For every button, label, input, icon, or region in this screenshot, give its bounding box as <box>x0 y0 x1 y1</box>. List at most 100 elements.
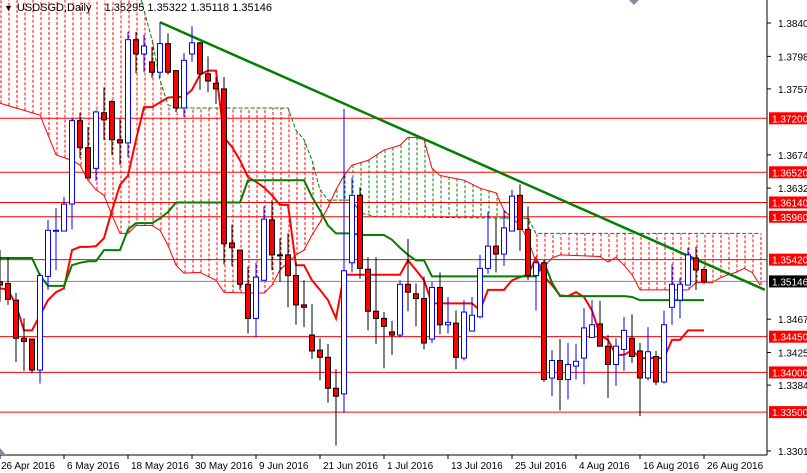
level-badge-label: 1.34450 <box>772 333 807 344</box>
bear-candle[interactable] <box>325 343 331 403</box>
bear-candle[interactable] <box>333 369 339 446</box>
candle-body <box>157 43 163 73</box>
candle-body <box>69 120 75 205</box>
bear-candle[interactable] <box>317 338 323 381</box>
bear-candle[interactable] <box>357 187 363 279</box>
candle-body <box>557 359 563 381</box>
bull-candle[interactable] <box>533 261 539 311</box>
bull-candle[interactable] <box>661 310 667 384</box>
bull-candle[interactable] <box>549 350 555 397</box>
bull-candle[interactable] <box>125 31 131 158</box>
candle-body <box>285 254 291 277</box>
bear-candle[interactable] <box>293 262 299 325</box>
bear-candle[interactable] <box>597 300 603 347</box>
bull-candle[interactable] <box>93 110 99 182</box>
bear-candle[interactable] <box>389 320 395 355</box>
bear-candle[interactable] <box>309 304 315 359</box>
bear-candle[interactable] <box>85 127 91 179</box>
bear-candle[interactable] <box>693 246 699 290</box>
open-value: 1.35295 <box>104 2 145 14</box>
bear-candle[interactable] <box>413 283 419 327</box>
candle-body <box>197 42 203 75</box>
bear-candle[interactable] <box>381 312 387 369</box>
candle-body <box>581 327 587 359</box>
candle-body <box>205 73 211 82</box>
bear-candle[interactable] <box>173 69 179 112</box>
bear-candle[interactable] <box>301 280 307 328</box>
bull-candle[interactable] <box>613 338 619 386</box>
candle-body <box>309 334 315 352</box>
bull-candle[interactable] <box>509 189 515 232</box>
candle-body <box>485 245 491 269</box>
bull-candle[interactable] <box>485 211 491 274</box>
bear-candle[interactable] <box>245 266 251 334</box>
bear-candle[interactable] <box>373 257 379 344</box>
bull-candle[interactable] <box>189 26 195 62</box>
chart-window[interactable]: 1.38400 1.37980 1.37570 1.36740 1.36320 1.346… <box>0 0 807 473</box>
bull-candle[interactable] <box>181 53 187 117</box>
candle-body <box>53 229 59 232</box>
bull-candle[interactable] <box>261 206 267 281</box>
bear-candle[interactable] <box>197 42 203 90</box>
bull-candle[interactable] <box>501 210 507 266</box>
level-badge-label: 1.33500 <box>772 408 807 419</box>
bear-candle[interactable] <box>365 257 371 331</box>
candle-body <box>669 283 675 308</box>
bull-candle[interactable] <box>37 273 43 384</box>
bull-candle[interactable] <box>349 177 355 273</box>
bear-candle[interactable] <box>221 76 227 265</box>
bear-candle[interactable] <box>237 249 243 290</box>
bull-candle[interactable] <box>429 281 435 344</box>
symbol-label: USDSGD,Daily <box>16 2 92 14</box>
bull-candle[interactable] <box>469 296 475 332</box>
bear-candle[interactable] <box>637 343 643 417</box>
bull-candle[interactable] <box>565 343 571 400</box>
bear-candle[interactable] <box>701 267 707 284</box>
bear-candle[interactable] <box>149 46 155 78</box>
bull-candle[interactable] <box>341 108 347 413</box>
candle-body <box>429 286 435 340</box>
bear-candle[interactable] <box>101 87 107 140</box>
bull-candle[interactable] <box>397 280 403 338</box>
bear-candle[interactable] <box>77 112 83 158</box>
bull-candle[interactable] <box>461 300 467 361</box>
candle-body <box>437 286 443 326</box>
candle-body <box>349 194 355 264</box>
bull-candle[interactable] <box>477 254 483 319</box>
bear-candle[interactable] <box>13 292 19 363</box>
bear-candle[interactable] <box>205 56 211 93</box>
bear-candle[interactable] <box>109 100 115 155</box>
bear-candle[interactable] <box>285 233 291 308</box>
bull-candle[interactable] <box>621 316 627 371</box>
bull-candle[interactable] <box>677 277 683 319</box>
bear-candle[interactable] <box>629 314 635 363</box>
candle-body <box>589 324 595 338</box>
bull-candle[interactable] <box>53 208 59 270</box>
bull-candle[interactable] <box>253 262 259 338</box>
bull-candle[interactable] <box>685 247 691 286</box>
bull-candle[interactable] <box>669 264 675 325</box>
bull-candle[interactable] <box>45 219 51 290</box>
candle-body <box>13 299 19 339</box>
bear-candle[interactable] <box>133 31 139 74</box>
bear-candle[interactable] <box>653 350 659 386</box>
price-chart[interactable]: 1.38400 1.37980 1.37570 1.36740 1.36320 1.346… <box>0 0 807 473</box>
bull-candle[interactable] <box>141 34 147 73</box>
bear-candle[interactable] <box>493 218 499 273</box>
bear-candle[interactable] <box>525 206 531 281</box>
bear-candle[interactable] <box>541 260 547 382</box>
bear-candle[interactable] <box>165 33 171 75</box>
bear-candle[interactable] <box>29 338 35 374</box>
bear-candle[interactable] <box>557 339 563 411</box>
triangle-down-icon[interactable]: ▼ <box>4 3 13 13</box>
bear-candle[interactable] <box>517 184 523 251</box>
candle-body <box>397 283 403 336</box>
bear-candle[interactable] <box>453 310 459 370</box>
bear-candle[interactable] <box>117 118 123 166</box>
level-badge-label: 1.37200 <box>772 114 807 125</box>
bull-candle[interactable] <box>573 343 579 380</box>
bear-candle[interactable] <box>405 238 411 312</box>
bull-candle[interactable] <box>69 118 75 230</box>
bull-candle[interactable] <box>645 327 651 381</box>
bull-candle[interactable] <box>157 22 163 78</box>
